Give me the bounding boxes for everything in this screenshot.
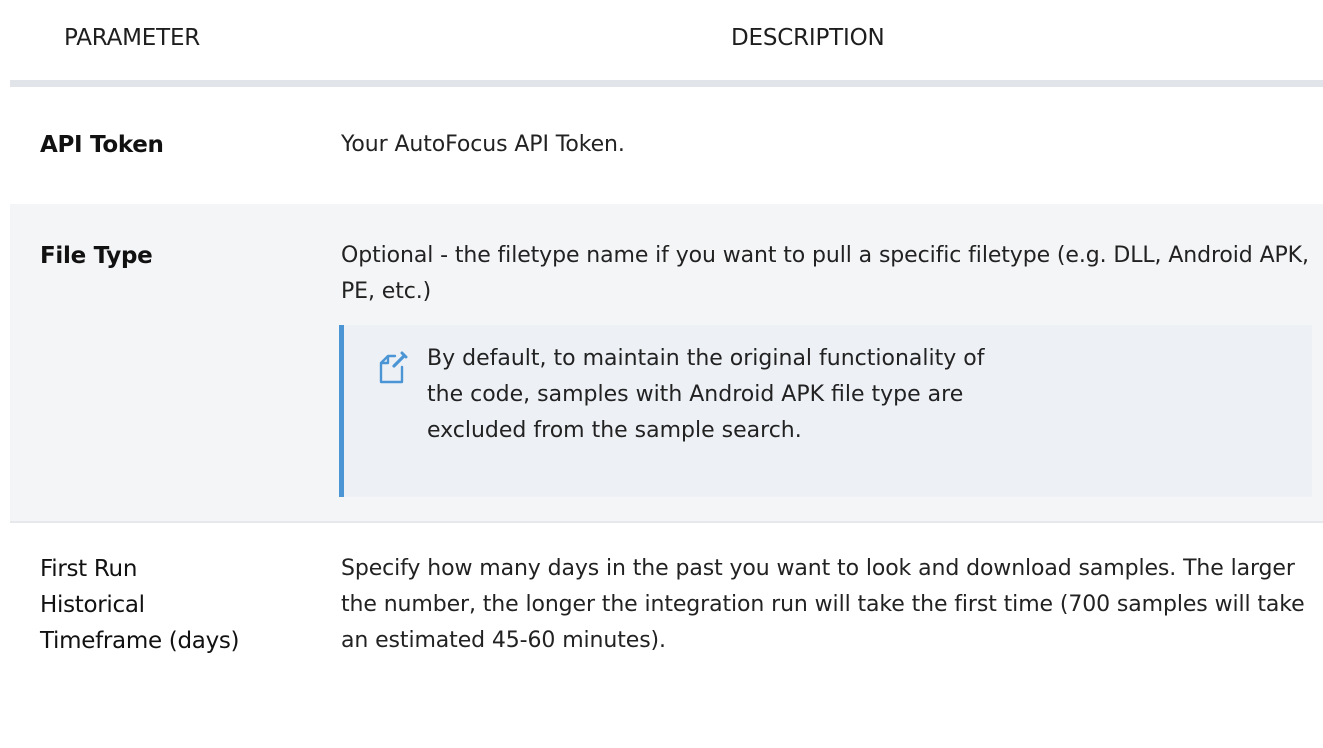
parameter-description: Optional - the filetype name if you want… [341,243,1309,304]
table-header: PARAMETER DESCRIPTION [10,0,1323,87]
parameter-name: First Run Historical Timeframe (days) [40,556,240,654]
table-row: First Run Historical Timeframe (days) Sp… [10,523,1323,748]
parameter-name: File Type [40,243,153,269]
note-text: By default, to maintain the original fun… [427,346,985,443]
header-parameter: PARAMETER [64,25,201,51]
header-description: DESCRIPTION [731,25,885,51]
parameter-name: API Token [40,132,164,158]
parameter-description: Your AutoFocus API Token. [341,132,625,157]
table-row: File Type Optional - the filetype name i… [10,204,1323,523]
parameters-table: PARAMETER DESCRIPTION API Token Your Aut… [0,0,1323,748]
note-callout: By default, to maintain the original fun… [339,325,1312,497]
parameter-description: Specify how many days in the past you wa… [341,556,1305,653]
note-edit-icon [378,351,408,385]
table-row: API Token Your AutoFocus API Token. [10,87,1323,204]
